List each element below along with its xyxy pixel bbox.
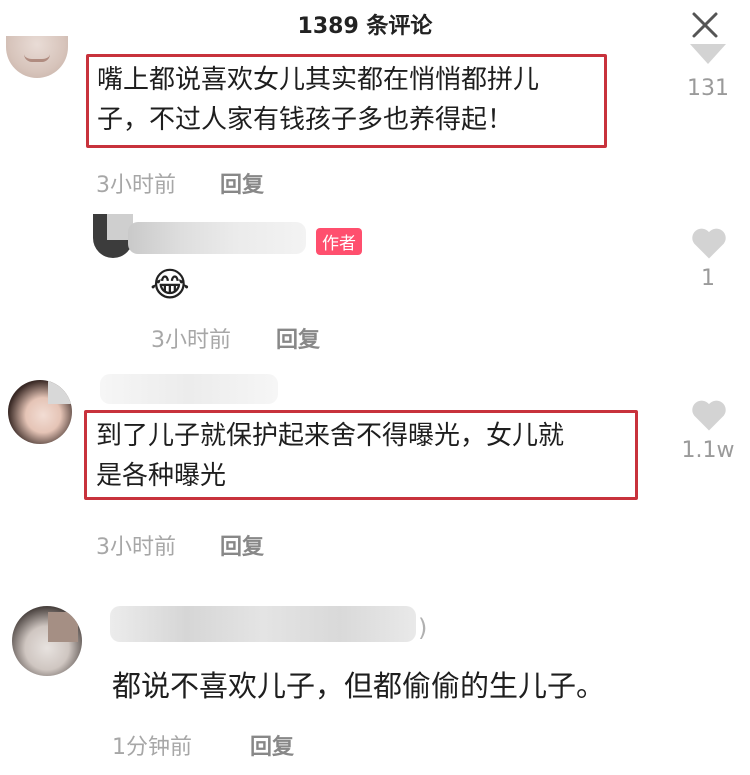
comment-count-title: 1389 条评论 <box>297 14 433 39</box>
username-blur <box>100 374 278 404</box>
comment-text: 嘴上都说喜欢女儿其实都在悄悄都拼儿 子，不过人家有钱孩子多也养得起！ <box>97 60 539 140</box>
username-suffix: ) <box>418 614 428 642</box>
avatar[interactable] <box>8 380 72 444</box>
timestamp: 3小时前 <box>96 535 176 560</box>
avatar[interactable] <box>93 214 133 258</box>
comment-text-line: 到了儿子就保护起来舍不得曝光，女儿就 <box>96 421 565 451</box>
avatar[interactable] <box>12 606 82 676</box>
like-count: 1.1w <box>681 438 735 463</box>
username-blur <box>110 606 416 642</box>
heart-icon[interactable] <box>690 226 728 260</box>
author-badge: 作者 <box>316 228 362 255</box>
reply-button[interactable]: 回复 <box>220 529 264 561</box>
avatar[interactable] <box>6 36 68 78</box>
timestamp: 1分钟前 <box>112 735 192 760</box>
emoji-laughing-icon: 😂 <box>150 265 190 305</box>
comment-text-line: 是各种曝光 <box>96 461 227 491</box>
username-blur <box>128 222 306 254</box>
reply-button[interactable]: 回复 <box>220 167 264 199</box>
comment-text: 到了儿子就保护起来舍不得曝光，女儿就 是各种曝光 <box>96 416 564 496</box>
comment-text-line: 子，不过人家有钱孩子多也养得起！ <box>97 105 514 135</box>
comment-text-line: 嘴上都说喜欢女儿其实都在悄悄都拼儿 <box>97 65 540 95</box>
reply-button[interactable]: 回复 <box>276 322 320 354</box>
comment-text: 都说不喜欢儿子，但都偷偷的生儿子。 <box>112 669 606 703</box>
timestamp: 3小时前 <box>151 328 231 353</box>
comments-header: 1389 条评论 <box>0 0 750 44</box>
like-count: 1 <box>701 266 715 291</box>
like-count: 131 <box>687 76 729 101</box>
heart-icon[interactable] <box>688 44 728 66</box>
timestamp: 3小时前 <box>96 173 176 198</box>
close-icon[interactable] <box>690 10 720 40</box>
reply-button[interactable]: 回复 <box>250 729 294 761</box>
heart-icon[interactable] <box>690 398 728 432</box>
